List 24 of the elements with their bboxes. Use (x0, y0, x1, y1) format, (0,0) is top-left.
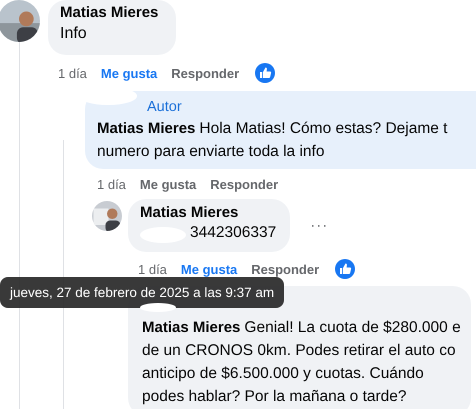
comment-time[interactable]: 1 día (58, 66, 87, 80)
comment-text: podes hablar? Por la mañana o tarde? (142, 388, 407, 405)
more-options-button[interactable]: ··· (310, 217, 328, 234)
redaction-mark (140, 303, 176, 312)
author-name[interactable]: Matias Mieres (60, 4, 158, 21)
like-link[interactable]: Me gusta (100, 66, 158, 80)
like-link[interactable]: Me gusta (180, 262, 238, 276)
comment-time[interactable]: 1 día (97, 176, 126, 192)
comment-text: Genial! La cuota de $280.000 e (244, 319, 461, 336)
reply-link[interactable]: Responder (171, 66, 240, 80)
comment-text: anticipo de $6.500.000 y cuotas. Cuándo (142, 365, 424, 382)
author-name[interactable]: Matias Mieres (97, 120, 196, 137)
author-label: Autor (147, 98, 183, 117)
comment-text: 3442306337 (190, 224, 276, 241)
like-link[interactable]: Me gusta (140, 176, 196, 192)
author-name[interactable]: Matias Mieres (142, 319, 240, 336)
comment-text: Hola Matias! Cómo estas? Dejame t (199, 120, 448, 137)
reply-link[interactable]: Responder (210, 176, 278, 192)
author-name[interactable]: Matias Mieres (140, 204, 272, 221)
comment-text: numero para enviarte toda la info (97, 143, 324, 160)
comment-text: de un CRONOS 0km. Podes retirar el auto co (142, 342, 456, 359)
reply-link[interactable]: Responder (251, 262, 320, 276)
comment-text: Info (60, 24, 88, 44)
comment-time[interactable]: 1 día (138, 262, 167, 276)
